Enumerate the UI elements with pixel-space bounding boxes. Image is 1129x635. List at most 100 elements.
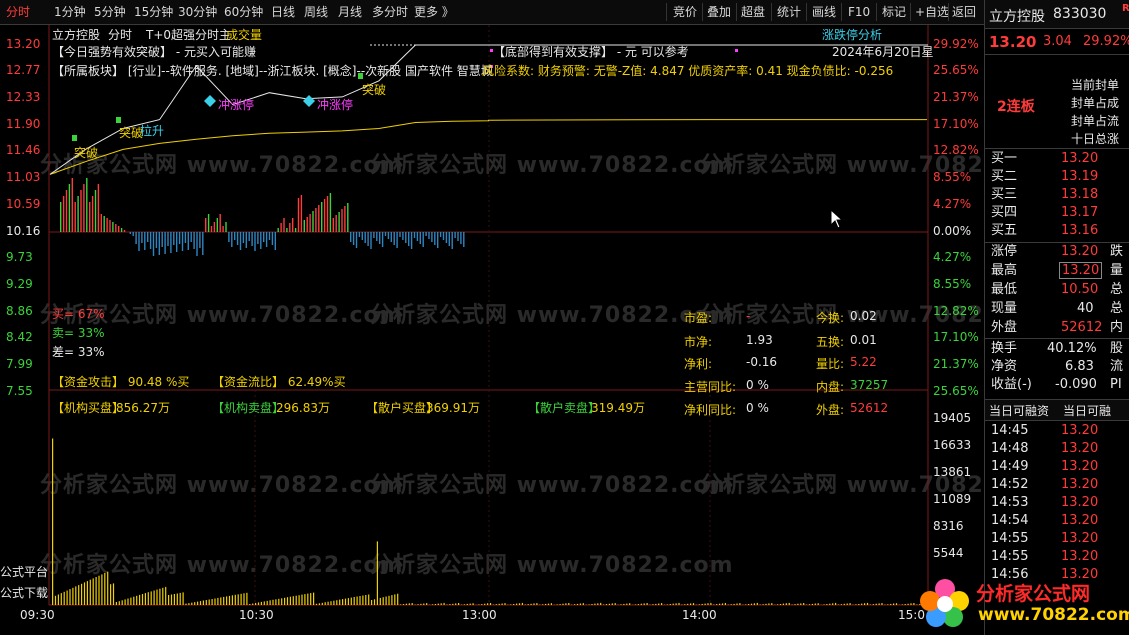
limit-analysis-link[interactable]: 涨跌停分析 [822,26,882,43]
margin-tab[interactable]: 当日可融 [1063,402,1111,419]
volume-bar [423,603,425,605]
volume-bar [86,581,88,605]
tab-multi-intraday[interactable]: 多分时 [372,4,408,20]
tab-more[interactable]: 更多 》 [414,4,454,20]
macd-bar [384,232,387,236]
volume-bar [620,604,622,605]
volume-bar [376,541,378,605]
mouse-cursor-icon [830,209,844,229]
volume-bar [211,599,213,605]
tab-daily[interactable]: 日线 [271,4,295,20]
volume-bar [893,603,895,605]
margin-tab[interactable]: 当日可融资 [989,402,1049,419]
bid-row[interactable]: 买三 13.18 [985,186,1129,204]
volume-bar [269,600,271,605]
macd-bar [213,222,216,232]
volume-bar [800,603,802,605]
macd-bar [62,196,65,232]
tab-30min[interactable]: 30分钟 [178,4,217,20]
volume-bar [530,603,532,605]
retail-sell-value: 319.49万 [591,401,645,415]
indicator-name[interactable]: T+0超强分时主 [146,26,231,43]
bid-row[interactable]: 买一 13.20 [985,150,1129,168]
draw-line-button[interactable]: 画线 [812,4,836,20]
volume-bar [385,596,387,605]
intraday-chart[interactable]: 分析家公式网 www.70822.com 分析家公式网 www.70822.co… [0,25,1129,631]
back-button[interactable]: 返回 [952,4,976,20]
auction-button[interactable]: 竞价 [673,4,697,20]
tab-60min[interactable]: 60分钟 [224,4,263,20]
volume-bar [408,603,410,605]
volume-bar [156,589,158,605]
tag-limit-up: 冲涨停 [317,98,354,112]
macd-bar [280,223,282,232]
tab-intraday[interactable]: 分时 [6,4,30,20]
volume-bar [637,604,639,605]
tab-weekly[interactable]: 周线 [304,4,328,20]
volume-bar [895,603,898,605]
volume-bar [536,603,538,605]
tick-row: 14:54 13.20 [991,513,1099,528]
stat-row: 最低 10.50 总 [991,282,1124,297]
volume-bar [400,604,402,605]
volume-label[interactable]: 成交量 [226,26,262,43]
overlay-button[interactable]: 叠加 [707,4,731,20]
volume-bar [762,604,764,605]
macd-bar [118,226,120,232]
volume-bar [771,603,773,605]
fundamental-row: 市净: 1.93 五换: 0.01 [684,333,877,349]
formula-download-link[interactable]: 公式下载 [0,584,48,601]
macd-bar [260,232,262,249]
tab-1min[interactable]: 1分钟 [54,4,86,20]
volume-bar [310,593,312,605]
volume-bar [861,603,863,605]
volume-bar [646,603,648,605]
volume-bar [837,604,840,605]
volume-bar [542,604,544,605]
volume-bar [455,603,457,605]
tick-list[interactable]: 14:45 13.20 14:48 13.20 14:49 13.20 14:52 13… [985,422,1129,582]
mark-button[interactable]: 标记 [882,4,906,20]
volume-bar [579,603,581,605]
volume-bar [489,603,492,605]
macd-bar [251,232,253,246]
tab-monthly[interactable]: 月线 [338,4,362,20]
add-watchlist-button[interactable]: +自选 [915,4,949,20]
volume-bar [339,599,341,605]
macd-bar [451,232,453,249]
macd-bar [329,193,332,232]
y-tick-left: 11.90 [6,117,41,131]
statistics-button[interactable]: 统计 [777,4,801,20]
volume-bar [904,604,906,605]
volume-bar [858,604,860,605]
volume-bar [95,577,97,605]
y-tick-right: 12.82% [933,143,979,157]
volume-bar [263,601,265,605]
formula-platform-link[interactable]: 公式平台 [0,563,48,580]
macd-bar [141,232,143,243]
volume-bar [54,595,57,605]
volume-bar [629,603,631,605]
tab-15min[interactable]: 15分钟 [134,4,173,20]
tag-pullup: 拉升 [140,124,165,138]
bid-row[interactable]: 买五 13.16 [985,222,1129,240]
volume-bar [110,584,112,605]
volume-bar [608,603,610,605]
volume-bar [779,604,782,605]
f10-button[interactable]: F10 [848,4,870,20]
y-tick-right: 25.65% [933,384,979,398]
macd-bar [210,226,213,232]
volume-bar [371,600,373,605]
volume-bar [881,603,883,605]
macd-bar [89,202,91,232]
tab-5min[interactable]: 5分钟 [94,4,126,20]
volume-bar [333,600,335,605]
y-tick-left: 10.59 [6,197,41,211]
seal-line: 封单占流 [1071,114,1120,128]
macd-bar [135,232,137,244]
volume-bar [600,602,602,605]
bid-row[interactable]: 买二 13.19 [985,168,1129,186]
super-order-button[interactable]: 超盘 [741,4,765,20]
volume-bar [437,603,439,605]
bid-row[interactable]: 买四 13.17 [985,204,1129,222]
